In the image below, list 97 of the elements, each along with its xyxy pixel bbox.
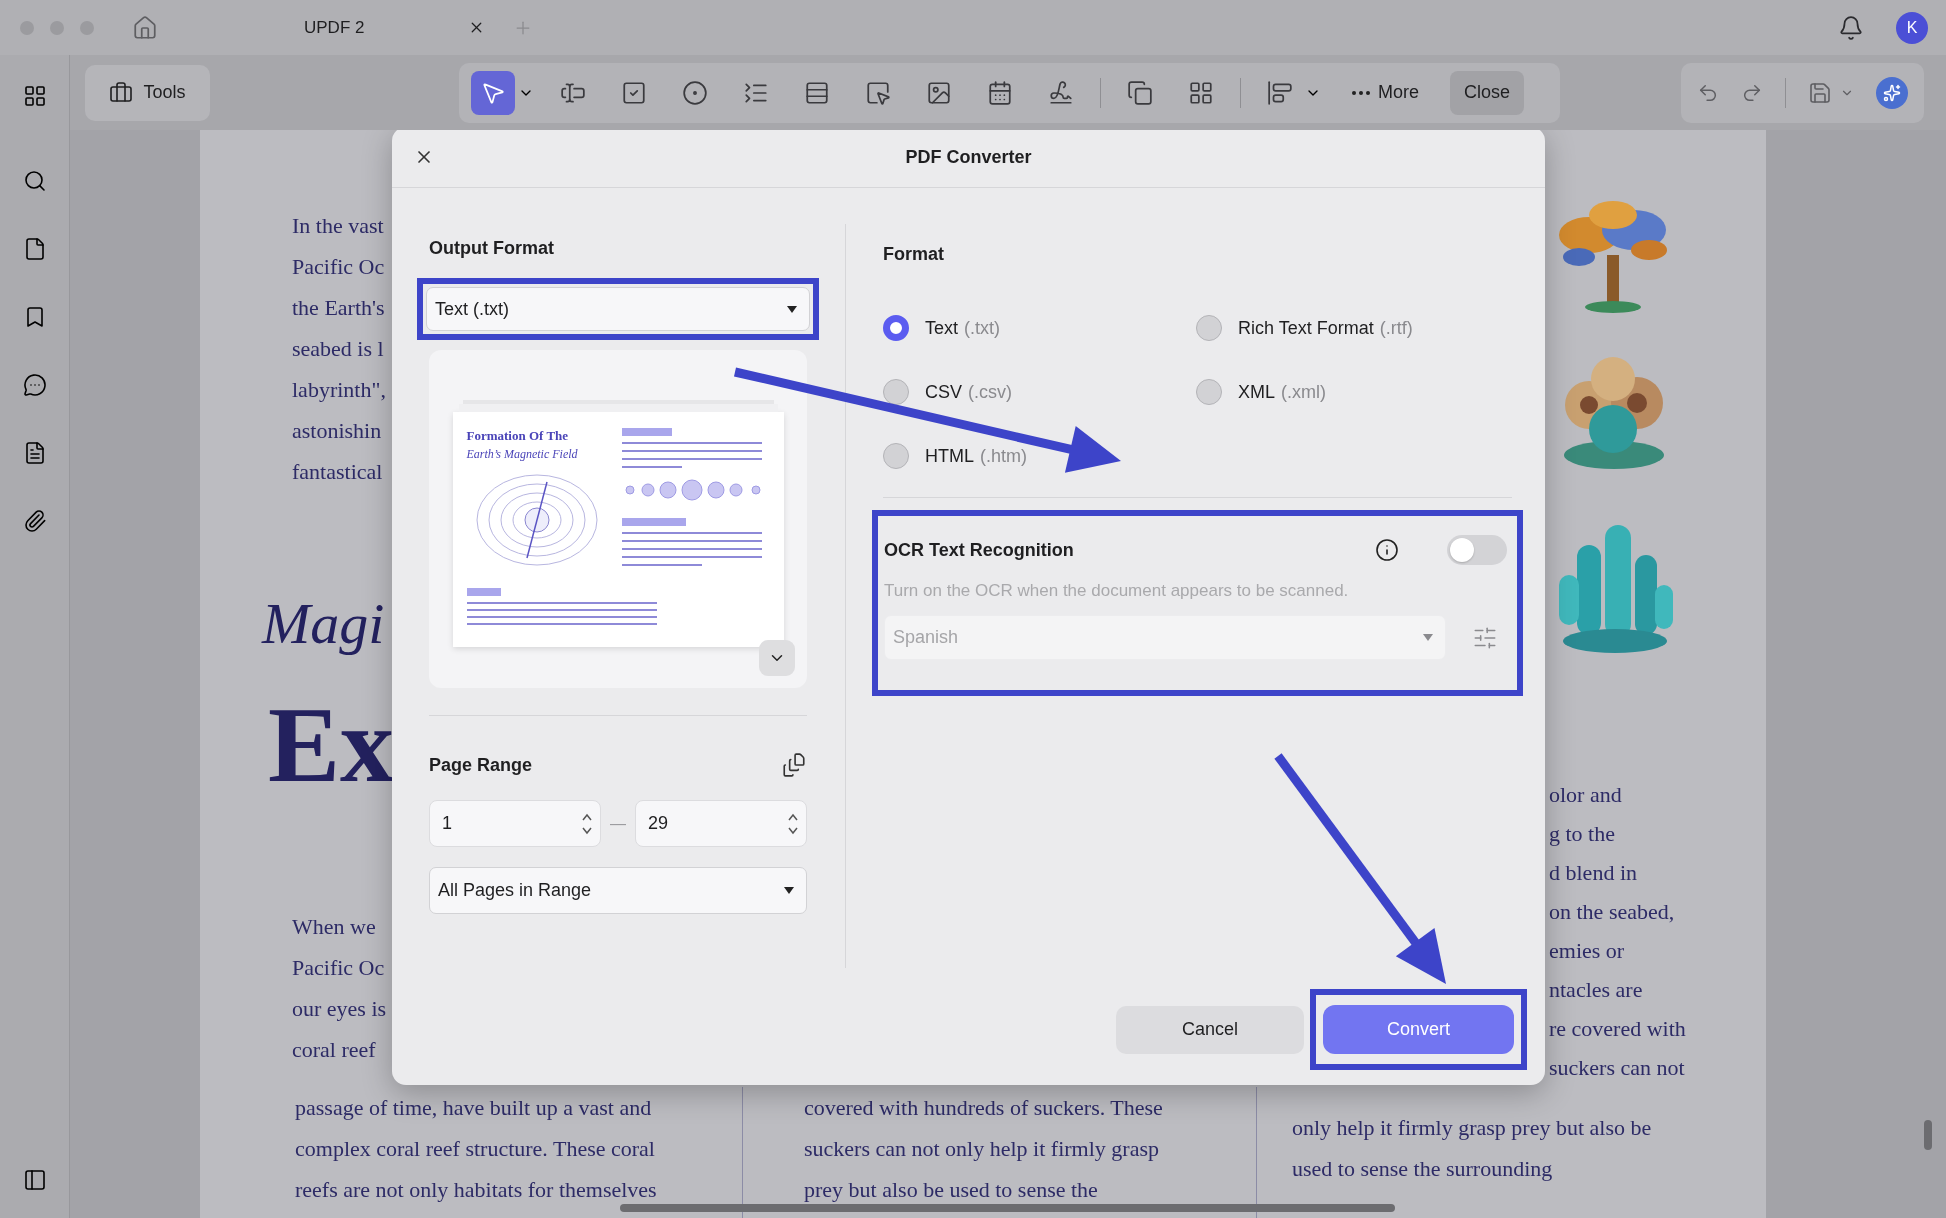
body-text: olor and <box>1549 781 1623 809</box>
body-text: d blend in <box>1549 859 1638 887</box>
caret-icon <box>1423 634 1433 641</box>
save-button[interactable] <box>1808 80 1854 105</box>
body-text: suckers can not <box>1549 1054 1686 1082</box>
body-text: passage of time, have built up a vast and <box>295 1094 653 1122</box>
convert-button[interactable]: Convert <box>1323 1005 1514 1054</box>
pointer-tool-button[interactable] <box>471 70 515 115</box>
bell-icon[interactable] <box>1838 14 1864 41</box>
body-text: re covered with <box>1549 1015 1687 1043</box>
thumbnail-title: Formation Of The <box>466 428 570 444</box>
option-extension: (.txt) <box>964 317 1000 339</box>
checkbox-icon <box>621 79 647 106</box>
copy-icon <box>1127 79 1153 106</box>
body-text: covered with hundreds of suckers. These <box>804 1094 1164 1122</box>
number-field[interactable]: 1 <box>429 800 601 847</box>
body-text: fantastical <box>292 458 384 486</box>
body-text: only help it firmly grasp prey but also be <box>1292 1114 1653 1142</box>
option-extension: (.htm) <box>980 445 1027 467</box>
option-label: Text <box>925 317 958 339</box>
scrollbar-thumb[interactable] <box>620 1204 1395 1212</box>
section-label: Page Range <box>429 754 533 776</box>
range-separator: — <box>609 814 627 833</box>
body-text: Pacific Oc <box>292 954 386 982</box>
radio-button[interactable] <box>883 443 909 469</box>
info-icon[interactable] <box>1375 538 1399 562</box>
panel-icon[interactable] <box>22 1168 47 1192</box>
file-stack-icon[interactable] <box>781 752 807 778</box>
section-label: Output Format <box>429 238 555 259</box>
number-field[interactable]: 29 <box>635 800 807 847</box>
body-text: seabed is l <box>292 335 385 363</box>
section-label: OCR Text Recognition <box>884 539 1075 561</box>
body-text: the Earth's <box>292 294 386 322</box>
body-text: our eyes is <box>292 995 388 1023</box>
toolbox-icon <box>109 80 134 105</box>
cursor-box-icon <box>865 79 891 106</box>
radio-button[interactable] <box>883 315 909 341</box>
home-button[interactable] <box>132 14 158 41</box>
ocr-toggle[interactable] <box>1447 535 1507 565</box>
body-text: ntacles are <box>1549 976 1644 1004</box>
option-extension: (.csv) <box>968 381 1012 403</box>
signature-icon <box>1048 79 1074 106</box>
thumbnail-subtitle: Earth’s Magnetic Field <box>466 447 579 462</box>
heading-text: Ex <box>268 684 392 806</box>
align-icon <box>1267 79 1293 106</box>
heading-text: Magi <box>262 590 386 658</box>
search-icon[interactable] <box>22 169 47 193</box>
body-text: emies or <box>1549 937 1626 965</box>
scrollbar-thumb[interactable] <box>1924 1120 1932 1150</box>
option-label: XML <box>1238 381 1275 403</box>
calendar-icon <box>987 79 1013 106</box>
comment-icon[interactable] <box>22 373 47 397</box>
option-label: CSV <box>925 381 962 403</box>
ocr-description: Turn on the OCR when the document appears to be scanned. <box>884 581 1350 601</box>
body-text: astonishin <box>292 417 383 445</box>
body-text: In the vast <box>292 212 385 240</box>
body-text: on the seabed, <box>1549 898 1676 926</box>
body-text: suckers can not only help it firmly grasp <box>804 1135 1160 1163</box>
option-label: Rich Text Format <box>1238 317 1374 339</box>
radio-button[interactable] <box>883 379 909 405</box>
body-text: Pacific Oc <box>292 253 386 281</box>
paperclip-icon[interactable] <box>22 509 47 533</box>
body-text: reefs are not only habitats for themselves <box>295 1176 658 1204</box>
body-text: complex coral reef structure. These coral <box>295 1135 656 1163</box>
close-button[interactable]: Close <box>1450 70 1525 115</box>
body-text: labyrinth", <box>292 376 387 404</box>
output-format-select[interactable]: Text (.txt) <box>426 287 810 331</box>
option-extension: (.xml) <box>1281 381 1326 403</box>
grid-icon <box>1188 79 1214 106</box>
option-label: HTML <box>925 445 974 467</box>
image-icon <box>926 79 952 106</box>
body-text: used to sense the surrounding <box>1292 1155 1554 1183</box>
save-icon <box>1808 80 1832 105</box>
assistant-button[interactable] <box>1876 76 1908 109</box>
tools-button[interactable]: Tools <box>85 64 210 121</box>
option-extension: (.rtf) <box>1379 317 1413 339</box>
body-text: prey but also be used to sense the <box>804 1176 1099 1204</box>
apps-icon[interactable] <box>22 84 47 108</box>
body-text: When we <box>292 913 377 941</box>
radio-button[interactable] <box>1196 315 1222 341</box>
stepper-icon[interactable] <box>788 812 798 835</box>
caret-icon <box>784 887 794 894</box>
avatar[interactable]: K <box>1896 11 1928 44</box>
body-text: g to the <box>1549 820 1616 848</box>
section-label: Format <box>883 244 945 265</box>
ellipsis-icon <box>1352 90 1370 95</box>
radio-button[interactable] <box>1196 379 1222 405</box>
radio-icon <box>682 79 708 106</box>
sparkle-icon <box>1883 83 1901 102</box>
page-range-select[interactable]: All Pages in Range <box>429 867 807 914</box>
cancel-button[interactable]: Cancel <box>1116 1005 1304 1054</box>
more-button[interactable]: More <box>1338 70 1433 115</box>
body-text: coral reef <box>292 1036 377 1064</box>
dialog-title: PDF Converter <box>904 146 1033 168</box>
stepper-icon[interactable] <box>582 812 592 835</box>
caret-icon <box>787 305 797 313</box>
list-box-icon <box>804 79 830 106</box>
